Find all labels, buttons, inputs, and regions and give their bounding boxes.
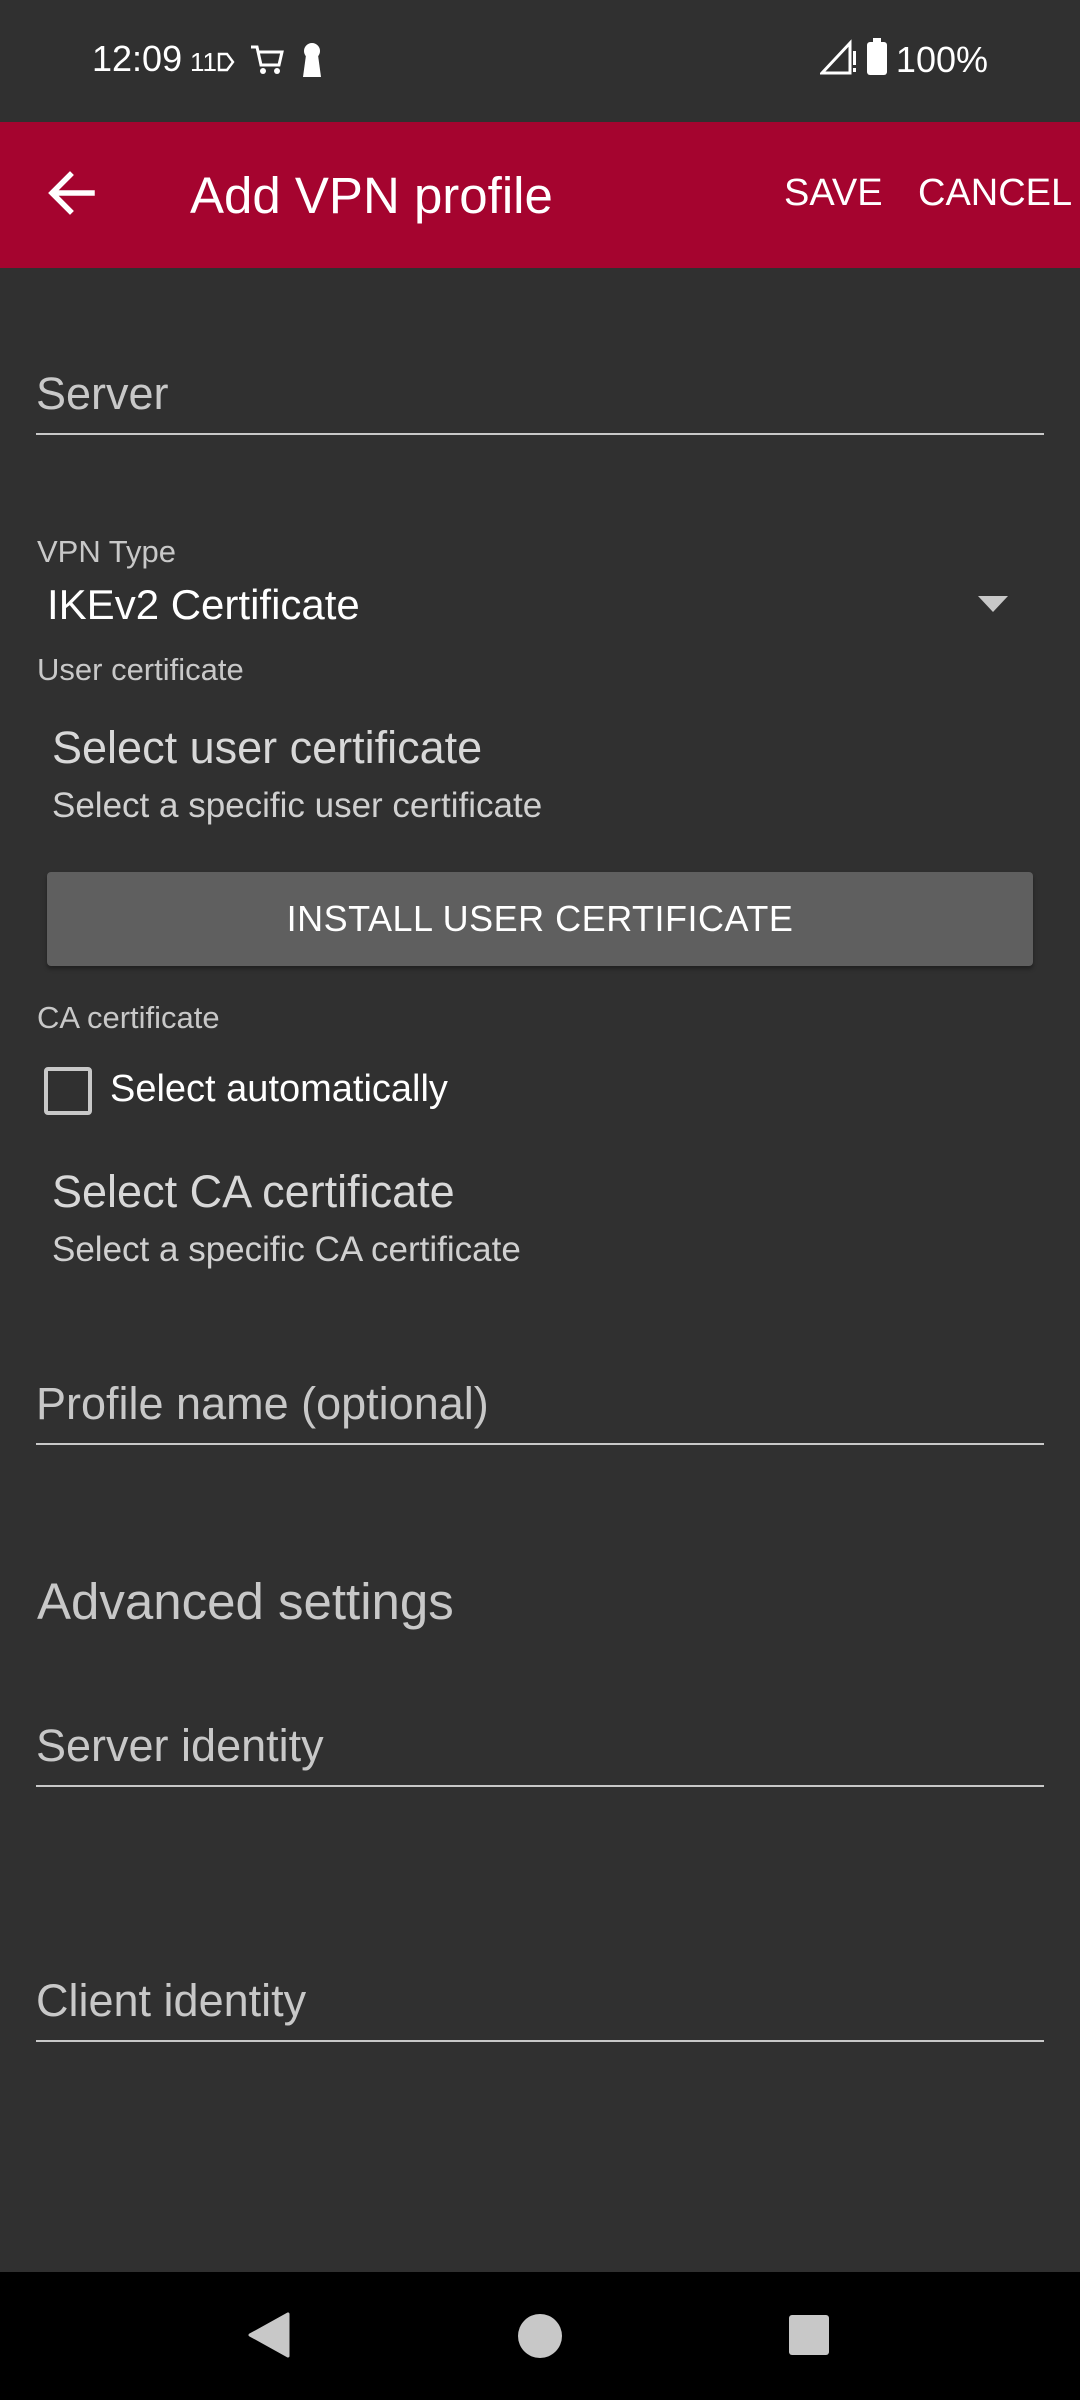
- select-user-certificate-subtitle: Select a specific user certificate: [52, 786, 543, 825]
- server-input[interactable]: Server: [36, 368, 169, 420]
- status-right: 100%: [818, 38, 988, 81]
- arrow-back-icon: [48, 170, 96, 220]
- back-button[interactable]: [30, 160, 114, 230]
- dropdown-arrow-icon: [978, 596, 1008, 617]
- server-identity-underline: [36, 1785, 1044, 1787]
- notification-badge-icon: 11: [190, 47, 235, 78]
- cancel-button[interactable]: CANCEL: [918, 172, 1072, 215]
- vpn-type-value: IKEv2 Certificate: [47, 581, 360, 628]
- signal-icon: [818, 39, 858, 80]
- recents-square-icon[interactable]: [788, 2314, 830, 2361]
- ca-certificate-label: CA certificate: [37, 1000, 220, 1035]
- save-button[interactable]: SAVE: [784, 172, 883, 215]
- keyhole-icon: [299, 41, 325, 84]
- server-identity-input[interactable]: Server identity: [36, 1720, 324, 1772]
- server-input-underline: [36, 433, 1044, 435]
- user-certificate-label: User certificate: [37, 652, 244, 687]
- battery-icon: [866, 38, 888, 81]
- page-title: Add VPN profile: [190, 167, 553, 224]
- advanced-settings-heading: Advanced settings: [37, 1573, 454, 1630]
- app-bar: Add VPN profile SAVE CANCEL: [0, 122, 1080, 268]
- client-identity-input[interactable]: Client identity: [36, 1975, 306, 2027]
- select-automatically-label[interactable]: Select automatically: [110, 1068, 448, 1111]
- select-ca-certificate-item[interactable]: Select CA certificate Select a specific …: [36, 1156, 1044, 1274]
- select-automatically-checkbox[interactable]: [44, 1067, 92, 1115]
- select-user-certificate-item[interactable]: Select user certificate Select a specifi…: [36, 712, 1044, 830]
- vpn-type-label: VPN Type: [37, 534, 177, 569]
- install-user-certificate-button[interactable]: INSTALL USER CERTIFICATE: [47, 872, 1033, 966]
- notification-badge: 11: [190, 46, 217, 77]
- client-identity-underline: [36, 2040, 1044, 2042]
- back-triangle-icon[interactable]: [246, 2312, 292, 2363]
- profile-name-input[interactable]: Profile name (optional): [36, 1378, 489, 1430]
- home-circle-icon[interactable]: [516, 2312, 564, 2365]
- status-bar: 12:09 11 100%: [0, 0, 1080, 122]
- shopping-cart-icon: [249, 43, 285, 82]
- status-left-icons: 11: [190, 40, 325, 84]
- select-ca-certificate-subtitle: Select a specific CA certificate: [52, 1230, 521, 1269]
- profile-name-underline: [36, 1443, 1044, 1445]
- navigation-bar: [0, 2272, 1080, 2400]
- vpn-type-dropdown[interactable]: IKEv2 Certificate: [36, 572, 1046, 638]
- clock: 12:09: [92, 38, 183, 79]
- battery-percentage: 100%: [895, 38, 988, 80]
- select-ca-certificate-title: Select CA certificate: [52, 1166, 455, 1217]
- select-user-certificate-title: Select user certificate: [52, 722, 483, 773]
